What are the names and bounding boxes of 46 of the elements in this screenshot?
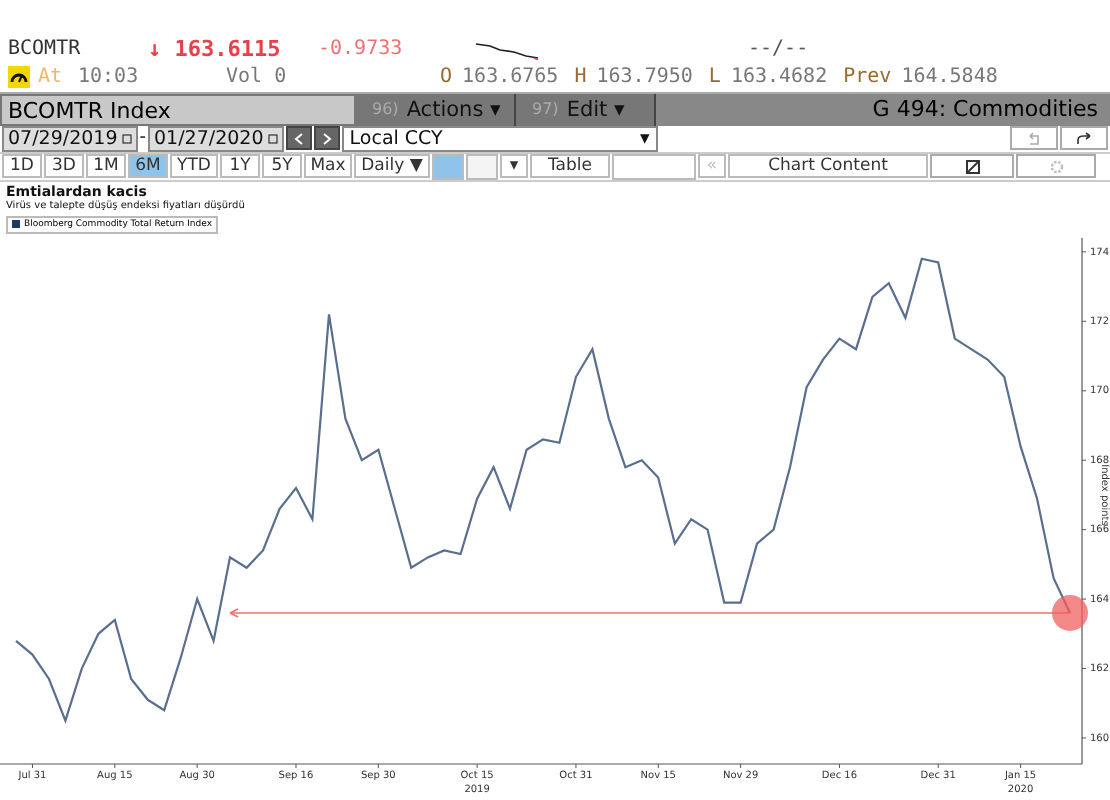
period-tab[interactable]: 1M	[86, 154, 126, 179]
page-title: G 494: Commodities	[872, 96, 1100, 123]
type-dropdown[interactable]: ▾	[500, 154, 528, 179]
period-tab[interactable]: 5Y	[262, 154, 302, 179]
last-price: ↓ 163.6115	[148, 36, 283, 63]
gauge-icon	[8, 66, 30, 89]
date-separator: -	[139, 128, 147, 149]
calendar-icon[interactable]	[121, 133, 132, 144]
chevron-left-icon	[293, 131, 304, 146]
at-label: At	[38, 66, 65, 89]
period-tab[interactable]: 6M	[128, 154, 168, 179]
period-tab[interactable]: YTD	[170, 154, 218, 179]
edit-icon[interactable]	[930, 154, 1014, 179]
next-button[interactable]	[313, 126, 340, 151]
ticker: BCOMTR	[8, 38, 83, 61]
previous-button[interactable]	[285, 126, 312, 151]
share-icon	[1076, 131, 1092, 146]
net-change: -0.9733	[318, 38, 405, 61]
share-button[interactable]	[1060, 126, 1108, 151]
calendar-icon[interactable]	[267, 133, 278, 144]
period-tab[interactable]: 3D	[44, 154, 84, 179]
stat-value: 163.7950	[596, 66, 693, 89]
period-tab[interactable]: 1Y	[220, 154, 260, 179]
stat-label: L	[708, 66, 721, 89]
security-field[interactable]: BCOMTR Index	[0, 93, 356, 126]
period-tab[interactable]: 1D	[2, 154, 42, 179]
highlight-circle	[1052, 594, 1088, 631]
volume: Vol 0	[226, 66, 289, 89]
date-field[interactable]: 07/29/2019	[2, 125, 138, 152]
table-button[interactable]: Table	[530, 154, 610, 179]
blank-field[interactable]	[612, 153, 696, 180]
stat-value: 163.4682	[730, 66, 828, 89]
period-tab[interactable]: Max	[304, 154, 352, 179]
stat-label: Prev	[843, 66, 892, 89]
range-text: --/--	[748, 38, 809, 61]
stat-value: 163.6765	[462, 66, 559, 89]
quote-time: 10:03	[78, 66, 141, 89]
frequency-dropdown[interactable]: Daily ▼	[354, 154, 430, 179]
stat-value: 164.5848	[901, 66, 998, 89]
stat-label: O	[440, 66, 453, 89]
stat-label: H	[574, 66, 587, 89]
currency-dropdown[interactable]: Local CCY ▾	[341, 125, 658, 152]
chart-content-button[interactable]: Chart Content	[728, 154, 928, 179]
date-field[interactable]: 01/27/2020	[148, 125, 284, 152]
undo-icon	[1026, 131, 1042, 146]
chevron-right-icon	[321, 131, 332, 146]
